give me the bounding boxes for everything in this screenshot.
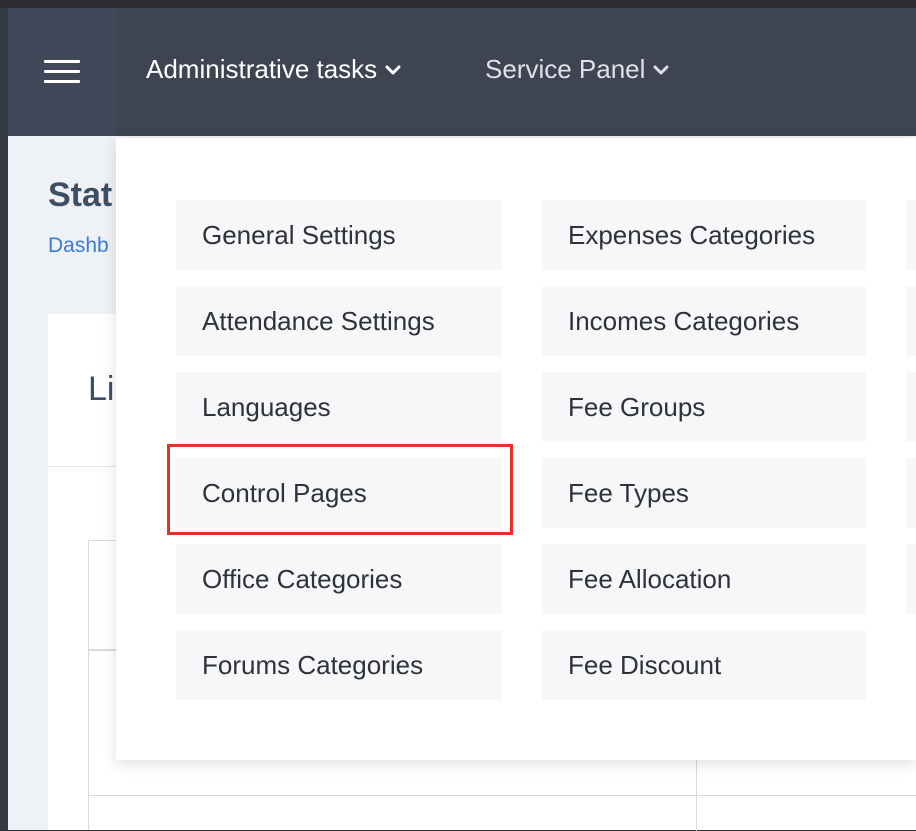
nav-administrative-tasks[interactable]: Administrative tasks: [146, 54, 401, 85]
administrative-tasks-dropdown: General Settings Attendance Settings Lan…: [116, 138, 916, 760]
left-edge: [0, 8, 8, 830]
menu-item-fee-groups[interactable]: Fee Groups: [542, 372, 866, 442]
page-title: Stat: [48, 176, 113, 214]
menu-toggle-area: [8, 8, 116, 136]
chevron-down-icon: [653, 62, 669, 78]
table-row-divider: [89, 795, 916, 796]
menu-item-column3-partial[interactable]: [906, 458, 916, 528]
menu-item-languages[interactable]: Languages: [176, 372, 502, 442]
menu-item-forums-categories[interactable]: Forums Categories: [176, 630, 502, 700]
menu-item-column3-partial[interactable]: [906, 200, 916, 270]
nav-service-panel-label: Service Panel: [485, 54, 646, 84]
chevron-down-icon: [385, 62, 401, 78]
menu-item-fee-discount[interactable]: Fee Discount: [542, 630, 866, 700]
card-title: Li: [88, 370, 115, 408]
menu-item-attendance-settings[interactable]: Attendance Settings: [176, 286, 502, 356]
menu-item-office-categories[interactable]: Office Categories: [176, 544, 502, 614]
menu-item-expenses-categories[interactable]: Expenses Categories: [542, 200, 866, 270]
menu-item-control-pages[interactable]: Control Pages: [176, 458, 502, 528]
breadcrumb-link[interactable]: Dashb: [48, 234, 109, 258]
top-navbar: Administrative tasks Service Panel: [8, 8, 916, 136]
menu-item-incomes-categories[interactable]: Incomes Categories: [542, 286, 866, 356]
nav-administrative-tasks-label: Administrative tasks: [146, 54, 378, 84]
menu-item-column3-partial[interactable]: [906, 544, 916, 614]
menu-item-general-settings[interactable]: General Settings: [176, 200, 502, 270]
menu-item-fee-types[interactable]: Fee Types: [542, 458, 866, 528]
nav-service-panel[interactable]: Service Panel: [485, 54, 669, 85]
hamburger-menu-icon[interactable]: [44, 60, 80, 86]
menu-item-fee-allocation[interactable]: Fee Allocation: [542, 544, 866, 614]
menu-item-column3-partial[interactable]: [906, 286, 916, 356]
top-strip: [0, 0, 916, 8]
menu-item-column3-partial[interactable]: [906, 372, 916, 442]
